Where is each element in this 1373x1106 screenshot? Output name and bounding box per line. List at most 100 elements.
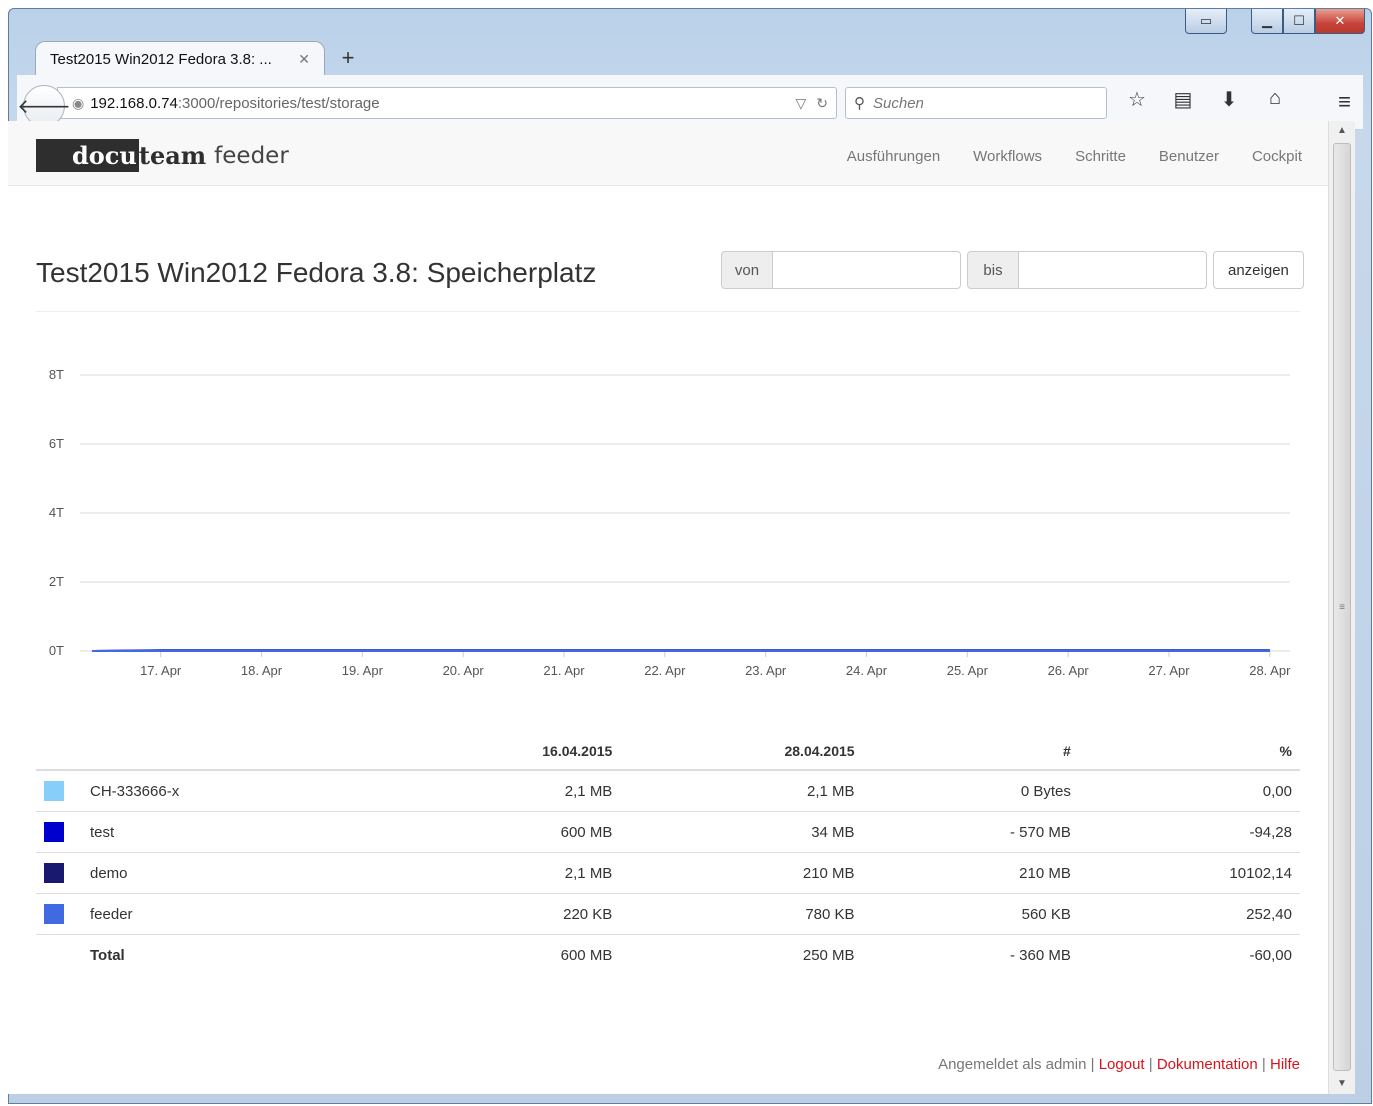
x-tick-label: 24. Apr — [846, 663, 888, 678]
x-tick-label: 28. Apr — [1249, 663, 1291, 678]
reload-icon[interactable]: ↻ — [816, 95, 828, 112]
scroll-thumb[interactable]: ≡ — [1333, 143, 1351, 1071]
help-link[interactable]: Hilfe — [1270, 1056, 1300, 1073]
page-viewport: docu team feeder Ausführungen Workflows Sc… — [8, 121, 1328, 1094]
row-start: 2,1 MB — [564, 782, 613, 800]
app-navbar: docu team feeder Ausführungen Workflows Sc… — [8, 121, 1328, 186]
nav-steps[interactable]: Schritte — [1075, 148, 1126, 165]
row-pct: 0,00 — [1262, 782, 1292, 800]
tab-close-icon[interactable]: ✕ — [298, 51, 310, 68]
docs-link[interactable]: Dokumentation — [1157, 1056, 1258, 1073]
color-swatch — [44, 904, 64, 924]
maximize-button[interactable]: ☐ — [1283, 9, 1315, 34]
window-snap-icon[interactable]: ▭ — [1185, 9, 1227, 34]
y-tick-label: 2T — [49, 574, 64, 589]
row-pct: -94,28 — [1078, 811, 1300, 853]
header-percent: % — [1078, 733, 1300, 771]
y-tick-label: 4T — [49, 505, 64, 520]
x-tick-label: 23. Apr — [745, 663, 787, 678]
nav-cockpit[interactable]: Cockpit — [1252, 148, 1302, 165]
minimize-button[interactable]: ▁ — [1251, 9, 1283, 34]
title-divider — [36, 311, 1300, 312]
main-nav: Ausführungen Workflows Schritte Benutzer… — [847, 148, 1302, 165]
header-end-date: 28.04.2015 — [620, 733, 863, 771]
brand-logo[interactable]: docu team feeder — [36, 139, 289, 172]
search-bar[interactable]: ⚲ Suchen — [845, 87, 1107, 119]
storage-chart: 0T 2T 4T 6T 8T 17. Apr 18. Apr 19. Apr 20. Apr 21… — [49, 367, 1291, 678]
x-tick-label: 17. Apr — [140, 663, 182, 678]
search-placeholder: Suchen — [873, 94, 924, 112]
row-pct: 10102,14 — [1078, 852, 1300, 894]
dropdown-arrow-icon[interactable]: ▽ — [795, 95, 806, 112]
logo-team: team — [138, 141, 207, 170]
header-color — [36, 733, 82, 771]
total-start: 600 MB — [378, 934, 621, 975]
to-date-input[interactable] — [1019, 251, 1207, 289]
date-range-form: von bis anzeigen — [721, 251, 1304, 289]
row-end: 34 MB — [620, 811, 863, 853]
table-header-row: 16.04.2015 28.04.2015 # % — [36, 733, 1300, 771]
new-tab-button[interactable]: + — [331, 43, 365, 73]
tab-strip: Test2015 Win2012 Fedora 3.8: ... ✕ + — [35, 37, 365, 77]
header-name — [82, 733, 379, 771]
header-diff: # — [862, 733, 1079, 771]
table-total-row: Total 600 MB 250 MB - 360 MB -60,00 — [36, 934, 1300, 975]
table-row: test 600 MB 34 MB - 570 MB -94,28 — [36, 811, 1300, 853]
row-name: demo — [82, 852, 379, 894]
page-footer: Angemeldet als admin | Logout | Dokument… — [938, 1056, 1300, 1073]
row-diff: 560 KB — [862, 893, 1079, 935]
total-end: 250 MB — [620, 934, 863, 975]
x-tick-label: 19. Apr — [342, 663, 384, 678]
url-host: 192.168.0.74 — [90, 94, 178, 112]
table-row: feeder 220 KB 780 KB 560 KB 252,40 — [36, 893, 1300, 935]
scroll-down-icon[interactable]: ▼ — [1329, 1074, 1355, 1094]
x-tick-label: 27. Apr — [1148, 663, 1190, 678]
y-tick-label: 8T — [49, 367, 64, 382]
y-tick-label: 0T — [49, 643, 64, 658]
search-icon: ⚲ — [854, 95, 865, 112]
row-pct: 252,40 — [1078, 893, 1300, 935]
home-icon[interactable]: ⌂ — [1261, 87, 1289, 112]
reading-list-icon[interactable]: ▤ — [1169, 87, 1197, 112]
nav-workflows[interactable]: Workflows — [973, 148, 1042, 165]
download-icon[interactable]: ⬇ — [1215, 87, 1243, 112]
x-tick-label: 21. Apr — [543, 663, 585, 678]
logout-link[interactable]: Logout — [1099, 1056, 1145, 1073]
globe-icon: ◉ — [72, 94, 85, 111]
scroll-up-icon[interactable]: ▲ — [1329, 121, 1355, 141]
color-swatch — [44, 822, 64, 842]
row-start: 600 MB — [378, 811, 621, 853]
nav-executions[interactable]: Ausführungen — [847, 148, 940, 165]
menu-icon[interactable]: ≡ — [1338, 89, 1351, 115]
bookmark-star-icon[interactable]: ☆ — [1123, 87, 1151, 112]
x-tick-label: 22. Apr — [644, 663, 686, 678]
table-row: demo 2,1 MB 210 MB 210 MB 10102,14 — [36, 852, 1300, 894]
close-window-button[interactable]: ✕ — [1315, 9, 1365, 34]
row-diff: 0 Bytes — [1020, 782, 1071, 800]
table-row: CH-333666-x 2,1 MB 2,1 MB 0 Bytes 0,00 — [36, 770, 1300, 812]
x-tick-label: 25. Apr — [947, 663, 989, 678]
window-controls: ▭ ▁ ☐ ✕ — [1185, 9, 1365, 34]
color-swatch — [44, 863, 64, 883]
header-start-date: 16.04.2015 — [378, 733, 621, 771]
vertical-scrollbar[interactable]: ▲ ≡ ▼ — [1328, 121, 1355, 1094]
from-date-input[interactable] — [773, 251, 961, 289]
row-end: 780 KB — [620, 893, 863, 935]
browser-tab-active[interactable]: Test2015 Win2012 Fedora 3.8: ... ✕ — [35, 41, 325, 77]
color-swatch — [44, 781, 64, 801]
address-bar[interactable]: ◉ 192.168.0.74:3000/repositories/test/st… — [57, 87, 837, 119]
nav-users[interactable]: Benutzer — [1159, 148, 1219, 165]
row-name: feeder — [82, 893, 379, 935]
logo-docu: docu — [36, 139, 139, 172]
y-tick-label: 6T — [49, 436, 64, 451]
url-path: :3000/repositories/test/storage — [177, 94, 380, 112]
tab-title: Test2015 Win2012 Fedora 3.8: ... — [50, 51, 272, 68]
x-tick-label: 26. Apr — [1048, 663, 1090, 678]
row-diff: - 570 MB — [862, 811, 1079, 853]
storage-table: 16.04.2015 28.04.2015 # % CH-333666-x 2,… — [36, 733, 1300, 975]
row-end: 210 MB — [620, 852, 863, 894]
show-button[interactable]: anzeigen — [1213, 251, 1304, 289]
total-diff: - 360 MB — [862, 934, 1079, 975]
page-title: Test2015 Win2012 Fedora 3.8: Speicherpla… — [36, 257, 597, 288]
url-actions: ▽ ↻ — [795, 95, 836, 112]
